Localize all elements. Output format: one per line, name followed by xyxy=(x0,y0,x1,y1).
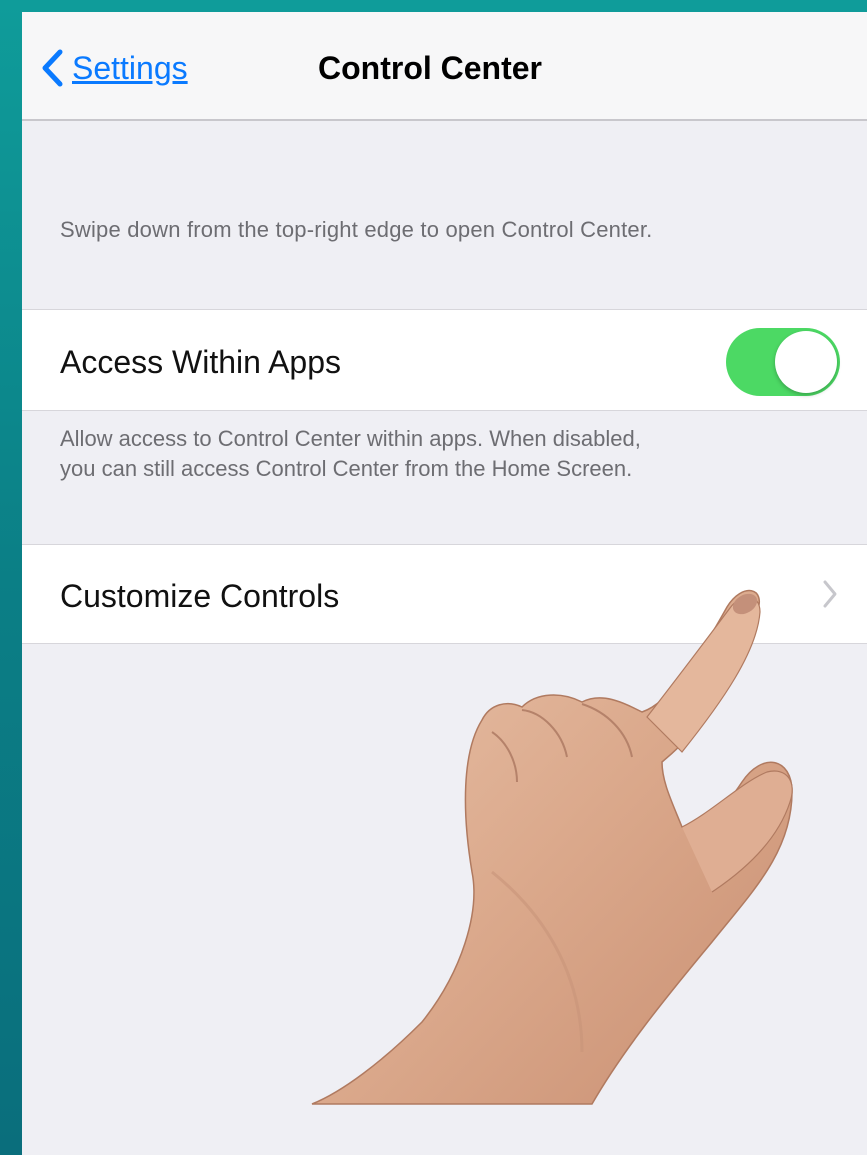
access-within-apps-row: Access Within Apps xyxy=(22,309,867,411)
back-button[interactable]: Settings xyxy=(40,48,188,88)
customize-controls-row[interactable]: Customize Controls xyxy=(22,544,867,644)
navigation-bar: Settings Control Center xyxy=(22,12,867,121)
section-header-text: Swipe down from the top-right edge to op… xyxy=(60,217,653,242)
access-within-apps-toggle[interactable] xyxy=(726,328,840,396)
customize-controls-label: Customize Controls xyxy=(60,578,340,614)
access-within-apps-label: Access Within Apps xyxy=(60,344,341,380)
toggle-knob xyxy=(775,331,837,393)
chevron-left-icon xyxy=(40,48,64,88)
ios-settings-screen: Settings Control Center Swipe down from … xyxy=(22,12,867,1155)
page-title: Control Center xyxy=(318,50,542,86)
section-footer-text: Allow access to Control Center within ap… xyxy=(60,424,850,484)
footer-text-line-1: Allow access to Control Center within ap… xyxy=(60,426,641,451)
footer-text-line-2: you can still access Control Center from… xyxy=(60,456,633,481)
chevron-right-icon xyxy=(822,579,838,614)
back-button-label[interactable]: Settings xyxy=(72,48,188,88)
